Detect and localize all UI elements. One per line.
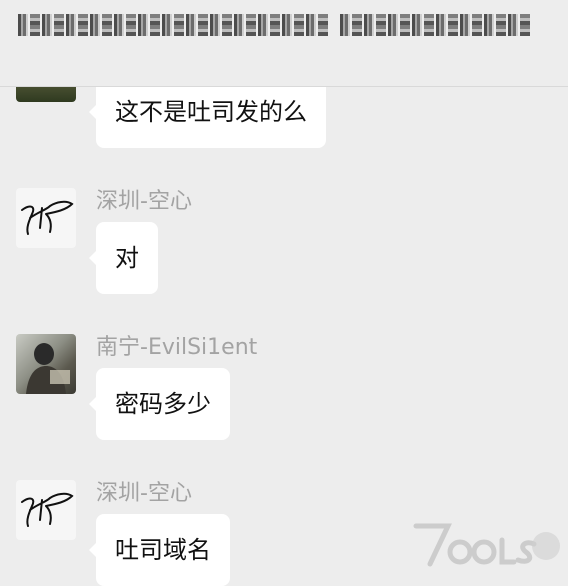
sender-avatar[interactable] [16,334,76,394]
person-photo-icon [26,343,70,394]
message-text: 这不是吐司发的么 [115,98,307,126]
chat-header [0,0,568,87]
signature-icon [21,200,74,235]
sender-name: 南宁-EvilSi1ent [96,335,258,360]
tools-logo-icon [413,523,560,567]
signature-avatar[interactable] [16,188,76,248]
message-text: 吐司域名 [115,536,211,564]
sender-name: 深圳-空心 [96,481,192,506]
signature-avatar[interactable] [16,480,76,540]
message-bubble[interactable]: 吐司域名 [89,514,230,586]
signature-icon [21,492,74,527]
message-text: 密码多少 [115,390,211,418]
message-text: 对 [115,244,139,272]
message-bubble[interactable]: 对 [89,222,158,294]
message-bubble[interactable]: 密码多少 [89,368,230,440]
tools-watermark [410,516,560,572]
chat-title-pixelated[interactable] [18,8,533,42]
sender-name: 深圳-空心 [96,189,192,214]
